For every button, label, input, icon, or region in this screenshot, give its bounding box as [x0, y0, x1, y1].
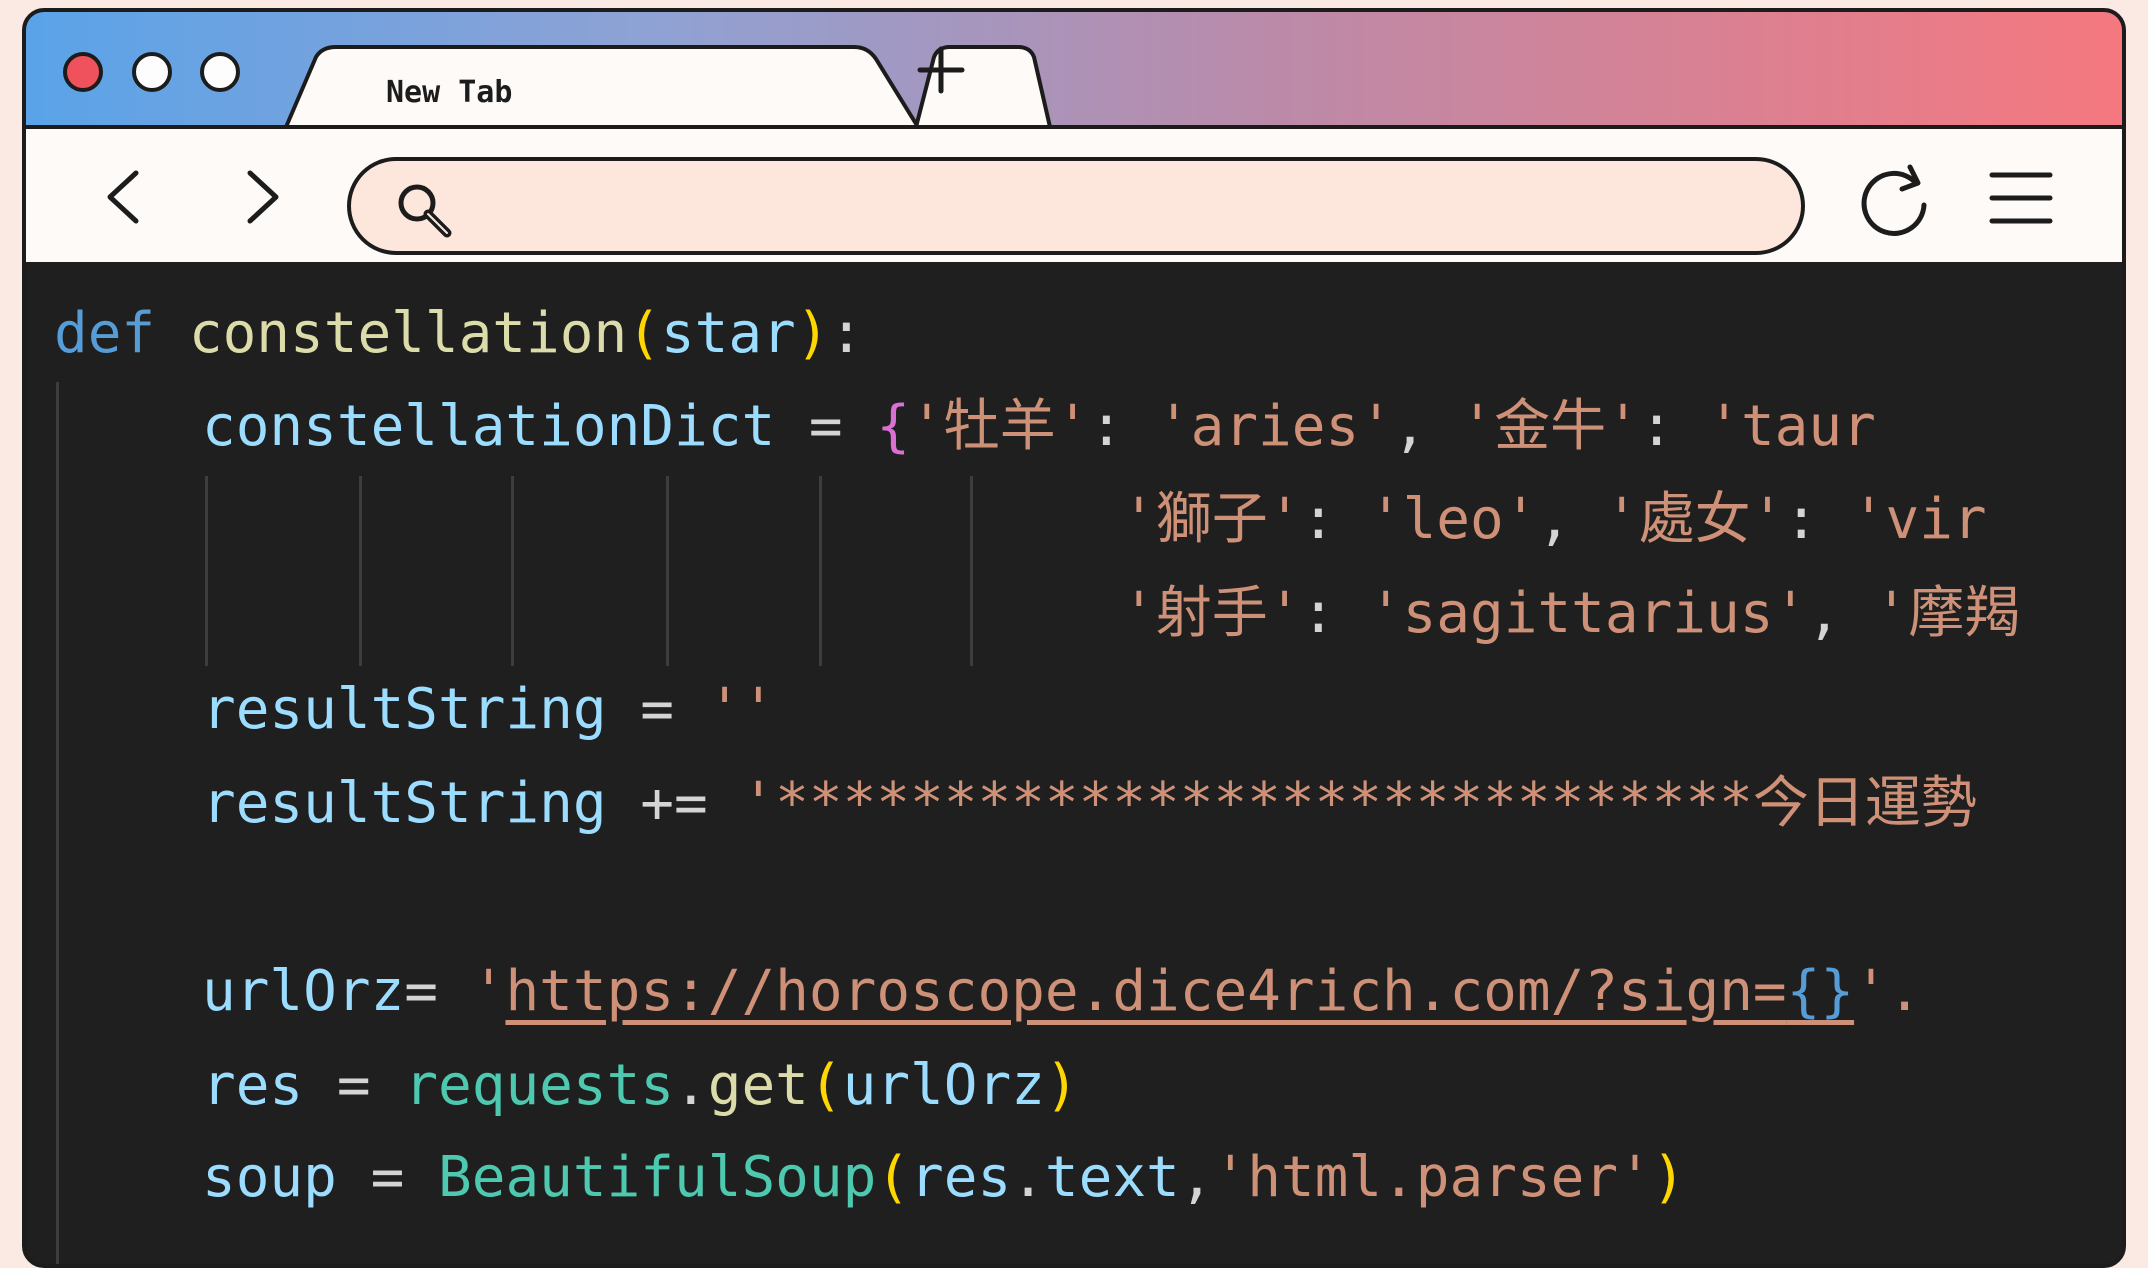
string: '金牛' — [1460, 394, 1640, 459]
indent-guide — [511, 476, 514, 666]
arg-res: res — [910, 1145, 1012, 1210]
var-soup: soup — [202, 1145, 337, 1210]
string: 'leo' — [1368, 487, 1538, 552]
tab-title: New Tab — [386, 75, 513, 110]
operator: = — [404, 959, 472, 1024]
function-name: constellation — [188, 301, 628, 366]
indent-guide — [819, 476, 822, 666]
paren-close: ) — [1044, 1053, 1079, 1118]
string: '. — [1854, 959, 1922, 1024]
code-line-6: resultString += '***********************… — [202, 764, 1977, 844]
var-constellation-dict: constellationDict — [202, 394, 776, 459]
code-line-10: soup = BeautifulSoup(res.text,'html.pars… — [202, 1138, 1686, 1218]
indent-guide — [205, 476, 208, 666]
punct: : — [1784, 487, 1852, 552]
string: '' — [707, 677, 776, 742]
string: 'vir — [1851, 487, 1987, 552]
back-icon[interactable] — [94, 167, 154, 227]
minimize-window-button[interactable] — [132, 52, 172, 92]
keyword-def: def — [54, 301, 156, 366]
attr-text: text — [1044, 1145, 1180, 1210]
operator: += — [606, 771, 742, 836]
code-line-1: def constellation(star): — [54, 294, 863, 374]
string: '牡羊' — [910, 394, 1090, 459]
format-placeholder: {} — [1786, 959, 1855, 1024]
tab-new-tab[interactable]: New Tab — [284, 45, 920, 129]
class-beautiful-soup: BeautifulSoup — [438, 1145, 877, 1210]
var-url-orz: urlOrz — [202, 959, 405, 1024]
string: 'taur — [1707, 394, 1876, 459]
operator: = — [775, 394, 877, 459]
title-bar: New Tab — [26, 12, 2122, 129]
string: '摩羯 — [1874, 581, 2021, 646]
var-result-string: resultString — [202, 677, 607, 742]
toolbar — [26, 125, 2122, 262]
tab-shape — [284, 45, 920, 129]
param-star: star — [660, 301, 796, 366]
operator: = — [606, 677, 708, 742]
string: '處女' — [1604, 487, 1785, 552]
code-line-9: res = requests.get(urlOrz) — [202, 1046, 1079, 1126]
punct: : — [1301, 487, 1369, 552]
search-icon — [398, 184, 452, 238]
punct: , — [1179, 1145, 1214, 1210]
forward-icon[interactable] — [232, 167, 292, 227]
code-line-5: resultString = '' — [202, 670, 775, 750]
var-result-string: resultString — [202, 771, 607, 836]
address-bar[interactable] — [347, 157, 1805, 255]
punct: . — [674, 1053, 708, 1118]
punct: . — [1011, 1145, 1045, 1210]
code-line-3: '獅子': 'leo', '處女': 'vir — [1122, 480, 1987, 560]
string: 'sagittarius' — [1368, 581, 1808, 646]
punct: : — [1089, 394, 1157, 459]
hamburger-menu-icon[interactable] — [1986, 167, 2056, 229]
address-input[interactable] — [471, 175, 1775, 239]
maximize-window-button[interactable] — [200, 52, 240, 92]
paren-close: ) — [1651, 1145, 1686, 1210]
punct: , — [1392, 394, 1461, 459]
string: '*****************************今日運勢 — [741, 771, 1977, 836]
punct: , — [1807, 581, 1875, 646]
paren-open: ( — [876, 1145, 911, 1210]
punct: : — [1639, 394, 1708, 459]
indent-guide — [359, 476, 362, 666]
operator: = — [303, 1053, 405, 1118]
paren-open: ( — [808, 1053, 843, 1118]
paren-close: ) — [795, 301, 830, 366]
indent-guide — [970, 476, 973, 666]
paren-open: ( — [627, 301, 661, 366]
close-window-button[interactable] — [63, 52, 103, 92]
module-requests: requests — [404, 1053, 675, 1118]
method-get: get — [707, 1053, 809, 1118]
arg-url-orz: urlOrz — [842, 1053, 1045, 1118]
string: '射手' — [1122, 581, 1302, 646]
code-line-4: '射手': 'sagittarius', '摩羯 — [1122, 574, 2020, 654]
new-tab-button[interactable] — [914, 45, 1076, 129]
code-line-2: constellationDict = {'牡羊': 'aries', '金牛'… — [202, 387, 1876, 467]
indent-guide — [56, 382, 59, 1264]
string: ' — [471, 959, 506, 1024]
url-link[interactable]: https://horoscope.dice4rich.com/?sign= — [505, 959, 1786, 1024]
code-line-8: urlOrz= 'https://horoscope.dice4rich.com… — [202, 952, 1922, 1032]
punct: : — [1301, 581, 1369, 646]
brace-open: { — [876, 394, 911, 459]
code-editor[interactable]: def constellation(star): constellationDi… — [26, 262, 2122, 1264]
plus-icon — [917, 46, 965, 94]
reload-icon[interactable] — [1856, 161, 1936, 241]
indent-guide — [666, 476, 669, 666]
colon: : — [829, 301, 864, 366]
browser-window: New Tab def constellation(star): constel… — [22, 8, 2126, 1268]
var-res: res — [202, 1053, 304, 1118]
string: '獅子' — [1122, 487, 1302, 552]
punct: , — [1537, 487, 1605, 552]
operator: = — [336, 1145, 439, 1210]
string: 'html.parser' — [1213, 1145, 1652, 1210]
string: 'aries' — [1156, 394, 1393, 459]
